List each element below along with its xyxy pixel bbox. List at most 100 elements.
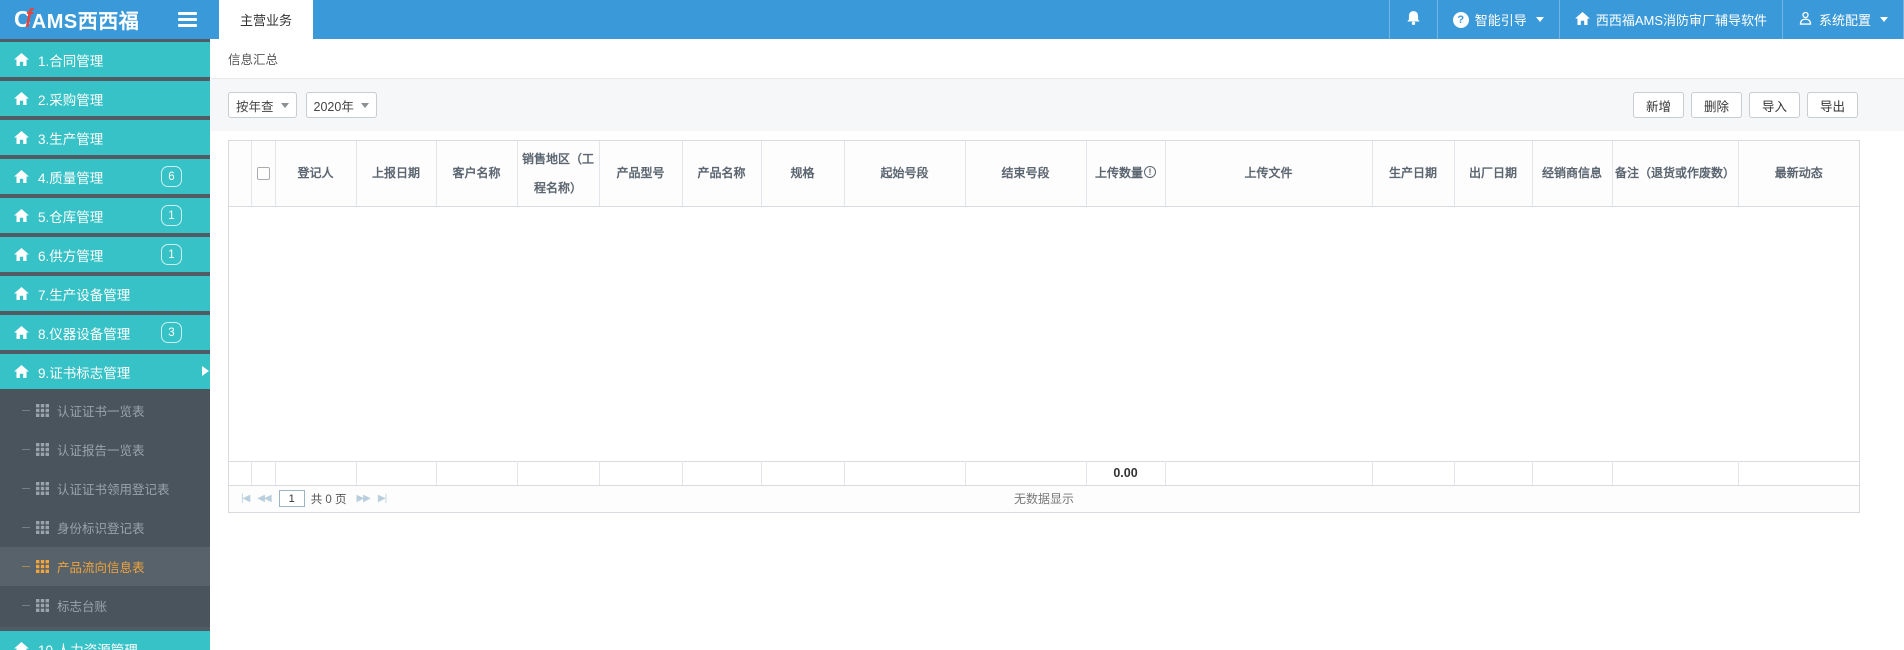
sidebar-item-prod-equipment[interactable]: 7.生产设备管理: [0, 276, 210, 311]
tree-dash: [22, 527, 30, 528]
chevron-down-icon: [1880, 17, 1888, 22]
tree-dash: [22, 410, 30, 411]
last-page-icon[interactable]: ▶|: [378, 493, 387, 504]
submenu-item-label: 标志台账: [57, 600, 108, 614]
count-badge: 6: [161, 166, 182, 187]
column-header-label: 上传数量: [1094, 166, 1143, 180]
submenu-item-label: 产品流向信息表: [57, 561, 145, 575]
sidebar-item-production[interactable]: 3.生产管理: [0, 120, 210, 155]
row-number-header: [229, 141, 252, 206]
delete-button[interactable]: 删除: [1690, 92, 1742, 118]
grid-header: 登记人 上报日期 客户名称 销售地区（工程名称） 产品型号 产品名称 规格 起始…: [229, 141, 1859, 207]
column-header[interactable]: 经销商信息: [1532, 141, 1613, 206]
sidebar-item-purchase[interactable]: 2.采购管理: [0, 81, 210, 116]
toolbar: 按年查 2020年 新增 删除 导入 导出: [210, 79, 1904, 131]
select-all-checkbox[interactable]: [256, 167, 270, 180]
home-icon: [14, 326, 29, 339]
top-bar: C ƒ AMS西西福 主营业务 ? 智能引导 西西福AMS消防审厂辅导软件 系统…: [0, 0, 1904, 39]
system-config-label: 系统配置: [1818, 13, 1871, 28]
next-page-icon[interactable]: ▶▶: [356, 493, 370, 504]
column-header[interactable]: 客户名称: [436, 141, 518, 206]
submenu-item-mark-ledger[interactable]: 标志台账: [0, 586, 210, 625]
submenu-item-cert-report[interactable]: 认证报告一览表: [0, 430, 210, 469]
home-icon: [1574, 11, 1590, 28]
year-select[interactable]: 2020年: [305, 92, 377, 118]
column-header[interactable]: 销售地区（工程名称）: [517, 141, 600, 206]
sidebar-item-quality[interactable]: 4.质量管理 6: [0, 159, 210, 194]
count-badge: 1: [161, 205, 182, 226]
logo-f-mark: ƒ: [23, 6, 35, 28]
column-header[interactable]: 备注（退货或作废数）: [1612, 141, 1739, 206]
column-header[interactable]: 生产日期: [1372, 141, 1455, 206]
submenu-item-product-flow[interactable]: 产品流向信息表: [0, 547, 210, 586]
tab-main-business[interactable]: 主营业务: [219, 0, 313, 39]
column-header[interactable]: 上报日期: [356, 141, 437, 206]
data-grid: 登记人 上报日期 客户名称 销售地区（工程名称） 产品型号 产品名称 规格 起始…: [228, 140, 1860, 513]
export-button[interactable]: 导出: [1806, 92, 1858, 118]
submenu-item-cert-usage[interactable]: 认证证书领用登记表: [0, 469, 210, 508]
column-header[interactable]: 结束号段: [965, 141, 1087, 206]
grid-body-empty: [229, 207, 1859, 461]
submenu-item-identity[interactable]: 身份标识登记表: [0, 508, 210, 547]
sidebar: 1.合同管理 2.采购管理 3.生产管理 4.质量管理 6 5.仓库管理 1 6…: [0, 39, 210, 650]
year-mode-select[interactable]: 按年查: [228, 92, 297, 118]
column-header[interactable]: 产品名称: [682, 141, 762, 206]
site-home-link[interactable]: 西西福AMS消防审厂辅导软件: [1558, 0, 1782, 39]
column-header[interactable]: 最新动态: [1738, 141, 1859, 206]
count-badge: 1: [161, 244, 182, 265]
notification-bell[interactable]: [1388, 0, 1437, 39]
column-header[interactable]: 出厂日期: [1454, 141, 1533, 206]
sidebar-item-label: 4.质量管理: [38, 170, 104, 186]
count-badge: 3: [161, 322, 182, 343]
system-config-menu[interactable]: 系统配置: [1781, 0, 1904, 39]
pagination-bar: |◀ ◀◀ 共 0 页 ▶▶ ▶| 无数据显示: [229, 484, 1859, 512]
sidebar-item-hr[interactable]: 10.人力资源管理: [0, 631, 210, 650]
home-icon: [14, 92, 29, 105]
column-header-upload-qty[interactable]: 上传数量!: [1086, 141, 1166, 206]
sidebar-item-warehouse[interactable]: 5.仓库管理 1: [0, 198, 210, 233]
select-all-header: [251, 141, 276, 206]
no-data-message: 无数据显示: [1013, 492, 1074, 506]
sidebar-item-label: 5.仓库管理: [38, 209, 104, 225]
home-icon: [14, 287, 29, 300]
smart-guide-menu[interactable]: ? 智能引导: [1436, 0, 1559, 39]
sidebar-item-certificate[interactable]: 9.证书标志管理: [0, 354, 210, 389]
tree-dash: [22, 488, 30, 489]
add-button[interactable]: 新增: [1632, 92, 1684, 118]
first-page-icon[interactable]: |◀: [241, 493, 250, 504]
column-header[interactable]: 产品型号: [599, 141, 683, 206]
bell-icon: [1405, 10, 1422, 29]
grid-summary-row: 0.00: [229, 461, 1859, 485]
chevron-down-icon: [280, 102, 289, 108]
site-label: 西西福AMS消防审厂辅导软件: [1595, 13, 1767, 28]
home-icon: [14, 365, 29, 378]
info-icon[interactable]: !: [1144, 166, 1156, 178]
column-header[interactable]: 起始号段: [844, 141, 966, 206]
column-header[interactable]: 规格: [761, 141, 845, 206]
grid-icon: [36, 482, 49, 495]
chevron-down-icon: [360, 102, 369, 108]
column-header[interactable]: 上传文件: [1165, 141, 1373, 206]
sidebar-item-contract[interactable]: 1.合同管理: [0, 42, 210, 77]
import-button[interactable]: 导入: [1748, 92, 1800, 118]
sidebar-item-instrument[interactable]: 8.仪器设备管理 3: [0, 315, 210, 350]
prev-page-icon[interactable]: ◀◀: [257, 493, 271, 504]
sidebar-item-label: 9.证书标志管理: [38, 365, 131, 381]
sidebar-item-supplier[interactable]: 6.供方管理 1: [0, 237, 210, 272]
column-header[interactable]: 登记人: [275, 141, 357, 206]
submenu-item-label: 认证证书一览表: [57, 405, 145, 419]
sidebar-item-label: 1.合同管理: [38, 53, 104, 69]
logo-text: AMS西西福: [31, 11, 140, 33]
grid-icon: [36, 560, 49, 573]
tree-dash: [22, 449, 30, 450]
page-number-input[interactable]: [278, 490, 305, 507]
sidebar-item-label: 10.人力资源管理: [38, 642, 138, 650]
year-mode-value: 按年查: [236, 99, 274, 114]
menu-toggle-icon[interactable]: [178, 0, 212, 39]
submenu-item-cert-list[interactable]: 认证证书一览表: [0, 391, 210, 430]
app-logo: C ƒ AMS西西福: [0, 0, 178, 39]
content-area: 信息汇总 按年查 2020年 新增 删除 导入 导出 登记人 上报日期 客户名称…: [210, 39, 1904, 650]
grid-icon: [36, 521, 49, 534]
home-icon: [14, 209, 29, 222]
certificate-submenu: 认证证书一览表 认证报告一览表 认证证书领用登记表 身份标识登记表 产品流向信息: [0, 389, 210, 627]
